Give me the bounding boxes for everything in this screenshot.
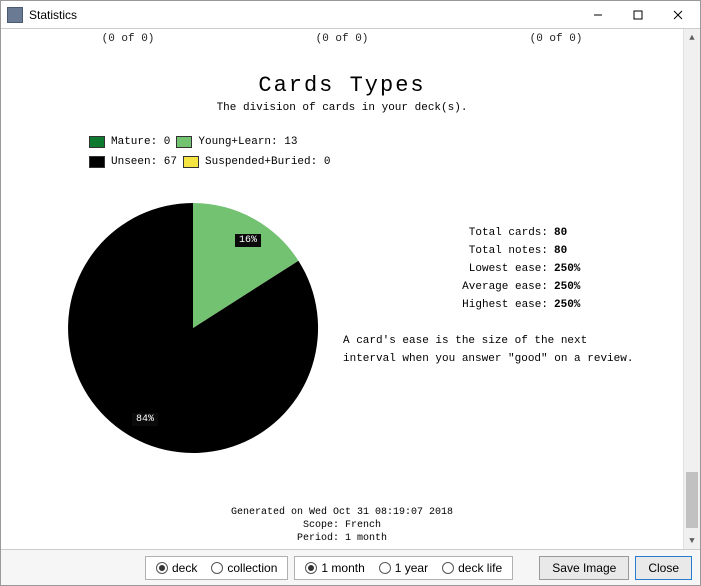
swatch-mature (89, 136, 105, 148)
generated-info: Generated on Wed Oct 31 08:19:07 2018 Sc… (1, 506, 683, 545)
legend-suspended: Suspended+Buried: 0 (205, 152, 330, 172)
scroll-track[interactable] (684, 46, 700, 532)
bottom-bar: deck collection 1 month 1 year deck life… (1, 549, 700, 585)
window-title: Statistics (29, 8, 578, 22)
radio-collection[interactable]: collection (211, 561, 277, 575)
scroll-down-icon[interactable]: ▼ (684, 532, 700, 549)
stat-k: Total cards: (343, 224, 548, 242)
stat-v: 80 (554, 242, 567, 260)
stat-total-cards: Total cards: 80 (343, 224, 683, 242)
top-count-2: (0 of 0) (316, 33, 369, 45)
swatch-unseen (89, 156, 105, 168)
top-count-3: (0 of 0) (530, 33, 583, 45)
swatch-young (176, 136, 192, 148)
swatch-suspended (183, 156, 199, 168)
stat-k: Lowest ease: (343, 260, 548, 278)
gen-line-3: Period: 1 month (1, 532, 683, 545)
slice-label-unseen: 84% (132, 413, 158, 426)
scope-group: deck collection (145, 556, 288, 580)
top-counts: (0 of 0) (0 of 0) (0 of 0) (1, 33, 683, 45)
chart-area: 16% 84% Total cards: 80 Total notes: 80 … (1, 178, 683, 478)
stat-v: 250% (554, 260, 580, 278)
ease-note: A card's ease is the size of the next in… (343, 332, 643, 368)
stat-k: Highest ease: (343, 296, 548, 314)
minimize-button[interactable] (578, 2, 618, 28)
radio-icon (211, 562, 223, 574)
legend: Mature: 0 Young+Learn: 13 Unseen: 67 Sus… (89, 132, 683, 172)
period-group: 1 month 1 year deck life (294, 556, 513, 580)
heading: Cards Types The division of cards in you… (1, 73, 683, 114)
stat-average-ease: Average ease: 250% (343, 278, 683, 296)
legend-young: Young+Learn: 13 (198, 132, 297, 152)
stat-v: 250% (554, 278, 580, 296)
stat-k: Total notes: (343, 242, 548, 260)
content-wrap: (0 of 0) (0 of 0) (0 of 0) Cards Types T… (1, 29, 700, 549)
legend-row-1: Mature: 0 Young+Learn: 13 (89, 132, 683, 152)
maximize-button[interactable] (618, 2, 658, 28)
radio-label: deck (172, 561, 197, 575)
radio-1month[interactable]: 1 month (305, 561, 364, 575)
gen-line-2: Scope: French (1, 519, 683, 532)
radio-icon (305, 562, 317, 574)
scroll-thumb[interactable] (686, 472, 698, 528)
save-image-button[interactable]: Save Image (539, 556, 629, 580)
window-buttons (578, 2, 698, 28)
stats: Total cards: 80 Total notes: 80 Lowest e… (333, 178, 683, 478)
scrollbar[interactable]: ▲ ▼ (683, 29, 700, 549)
radio-label: collection (227, 561, 277, 575)
gen-line-1: Generated on Wed Oct 31 08:19:07 2018 (1, 506, 683, 519)
legend-unseen: Unseen: 67 (111, 152, 177, 172)
legend-row-2: Unseen: 67 Suspended+Buried: 0 (89, 152, 683, 172)
radio-1year[interactable]: 1 year (379, 561, 428, 575)
stat-lowest-ease: Lowest ease: 250% (343, 260, 683, 278)
radio-label: deck life (458, 561, 502, 575)
stat-v: 80 (554, 224, 567, 242)
slice-label-young: 16% (235, 234, 261, 247)
page-subtitle: The division of cards in your deck(s). (1, 102, 683, 114)
radio-label: 1 month (321, 561, 364, 575)
content: (0 of 0) (0 of 0) (0 of 0) Cards Types T… (1, 29, 683, 549)
scroll-up-icon[interactable]: ▲ (684, 29, 700, 46)
radio-icon (379, 562, 391, 574)
app-icon (7, 7, 23, 23)
close-button[interactable]: Close (635, 556, 692, 580)
legend-mature: Mature: 0 (111, 132, 170, 152)
close-window-button[interactable] (658, 2, 698, 28)
stat-k: Average ease: (343, 278, 548, 296)
page-title: Cards Types (1, 73, 683, 98)
titlebar: Statistics (1, 1, 700, 29)
radio-icon (156, 562, 168, 574)
top-count-1: (0 of 0) (102, 33, 155, 45)
radio-label: 1 year (395, 561, 428, 575)
radio-icon (442, 562, 454, 574)
radio-deck-life[interactable]: deck life (442, 561, 502, 575)
stat-total-notes: Total notes: 80 (343, 242, 683, 260)
stat-highest-ease: Highest ease: 250% (343, 296, 683, 314)
stat-v: 250% (554, 296, 580, 314)
radio-deck[interactable]: deck (156, 561, 197, 575)
pie-chart: 16% 84% (63, 178, 333, 478)
